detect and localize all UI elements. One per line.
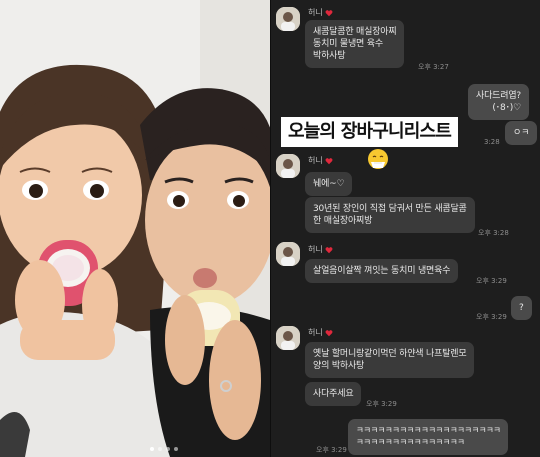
red-heart-icon (325, 246, 333, 253)
sneezing-face-emoji (368, 149, 388, 169)
timestamp: 오후 3:29 (366, 400, 397, 408)
sender-name: 허니 (308, 155, 333, 166)
message-bubble: 옛날 할머니랑같이먹던 하얀색 나프탈렌모 양의 박하사탕 (305, 342, 475, 378)
reply-bubble: ㅋㅋㅋㅋㅋㅋㅋㅋㅋㅋㅋㅋㅋㅋㅋㅋㅋㅋㅋㅋ ㅋㅋㅋㅋㅋㅋㅋㅋㅋㅋㅋㅋㅋㅋㅋ (348, 419, 509, 455)
couple-photo (0, 0, 270, 457)
message-bubble: 사다주세요 (305, 382, 362, 406)
profile-avatar[interactable] (276, 154, 300, 178)
red-heart-icon (325, 157, 333, 164)
profile-avatar[interactable] (276, 326, 300, 350)
message-bubble: 30년된 장인이 직접 담궈서 만든 새콤달콤 한 매실장아찌방 (305, 197, 475, 233)
sender-name: 허니 (308, 7, 333, 18)
profile-avatar[interactable] (276, 7, 300, 31)
reply-bubble: 사다드려엽? (･8･)♡ (468, 84, 529, 120)
profile-avatar[interactable] (276, 242, 300, 266)
timestamp: 3:28 (484, 138, 500, 146)
message-bubble: 살얼음이살짝 껴잇는 동치미 냉면육수 (305, 259, 459, 283)
timestamp: 오후 3:29 (316, 446, 347, 454)
message-bubble: 눼에~♡ (305, 172, 353, 196)
carousel-dots (150, 447, 178, 451)
timestamp: 오후 3:29 (476, 277, 507, 285)
sender-name: 허니 (308, 327, 333, 338)
sender-name: 허니 (308, 244, 333, 255)
timestamp: 오후 3:29 (476, 313, 507, 321)
timestamp: 오후 3:28 (478, 229, 509, 237)
reply-bubble: ? (511, 296, 532, 320)
red-heart-icon (325, 329, 333, 336)
timestamp: 오후 3:27 (418, 63, 449, 71)
red-heart-icon (325, 9, 333, 16)
photo-panel (0, 0, 270, 457)
page-title: 오늘의 장바구니리스트 (281, 117, 459, 147)
message-bubble: 새콤달콤한 매실장아찌 동치미 물냉면 육수 박하사탕 (305, 20, 405, 68)
reply-bubble: ㅇㅋ (505, 121, 538, 145)
